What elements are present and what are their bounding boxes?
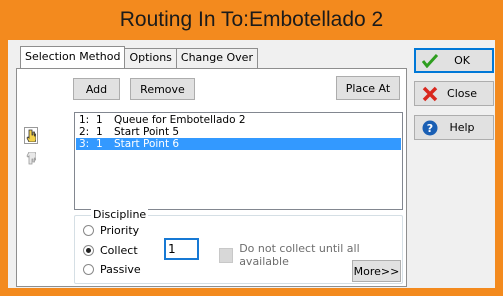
tab-selection-method[interactable]: Selection Method (20, 46, 126, 68)
collect-label: Collect (100, 243, 138, 257)
hand-down-icon (26, 152, 36, 165)
route-name: Start Point 5 (114, 126, 180, 138)
list-item[interactable]: 2: 1 Start Point 5 (76, 126, 401, 138)
window-title: Routing In To:Embotellado 2 (119, 8, 384, 31)
route-quantity: 1 (96, 114, 103, 126)
window-frame-right (495, 40, 503, 296)
route-name: Start Point 6 (114, 138, 180, 150)
tab-change-over[interactable]: Change Over (175, 48, 258, 68)
close-button[interactable]: Close (414, 81, 494, 106)
list-item-selected[interactable]: 3: 1 Start Point 6 (76, 138, 401, 150)
help-label: Help (449, 121, 475, 134)
more-button[interactable]: More>> (352, 260, 401, 282)
radio-button-checked[interactable] (83, 244, 94, 256)
no-collect-checkbox[interactable] (219, 247, 234, 263)
svg-text:?: ? (427, 122, 433, 135)
discipline-legend: Discipline (91, 208, 149, 221)
window-frame-left (0, 40, 8, 296)
x-icon (421, 85, 439, 103)
collect-radio[interactable]: Collect (83, 243, 138, 257)
radio-button[interactable] (83, 224, 94, 236)
question-icon: ? (421, 119, 439, 137)
radio-button[interactable] (83, 263, 94, 275)
move-down-button[interactable] (24, 150, 38, 167)
help-button[interactable]: ? Help (414, 115, 494, 140)
route-quantity: 1 (96, 126, 103, 138)
place-at-button[interactable]: Place At (336, 76, 400, 100)
route-index: 3: (79, 138, 90, 150)
selection-method-panel: Add Remove Place At 1: 1 Queue for Embot… (16, 68, 407, 287)
priority-label: Priority (100, 223, 140, 237)
route-index: 2: (79, 126, 90, 138)
remove-button[interactable]: Remove (130, 78, 195, 100)
ok-label: OK (454, 54, 470, 67)
close-label: Close (447, 87, 477, 100)
discipline-group: Discipline Priority Collect Passive Do n… (74, 209, 403, 284)
checkmark-icon (421, 52, 439, 70)
move-up-button[interactable] (24, 127, 38, 144)
collect-quantity-input[interactable] (164, 238, 199, 260)
route-quantity: 1 (96, 138, 103, 150)
window-frame-bottom (0, 288, 503, 296)
ok-button[interactable]: OK (414, 48, 494, 73)
add-button[interactable]: Add (73, 78, 120, 100)
passive-label: Passive (100, 262, 141, 276)
tab-strip: Selection Method Options Change Over (20, 46, 258, 68)
passive-radio[interactable]: Passive (83, 262, 141, 276)
route-index: 1: (79, 114, 90, 126)
list-item[interactable]: 1: 1 Queue for Embotellado 2 (76, 114, 401, 126)
title-bar: Routing In To:Embotellado 2 (0, 0, 503, 40)
route-name: Queue for Embotellado 2 (114, 114, 246, 126)
tab-options[interactable]: Options (124, 48, 177, 68)
priority-radio[interactable]: Priority (83, 223, 139, 237)
routes-list[interactable]: 1: 1 Queue for Embotellado 2 2: 1 Start … (74, 112, 403, 210)
hand-up-icon (26, 129, 36, 142)
